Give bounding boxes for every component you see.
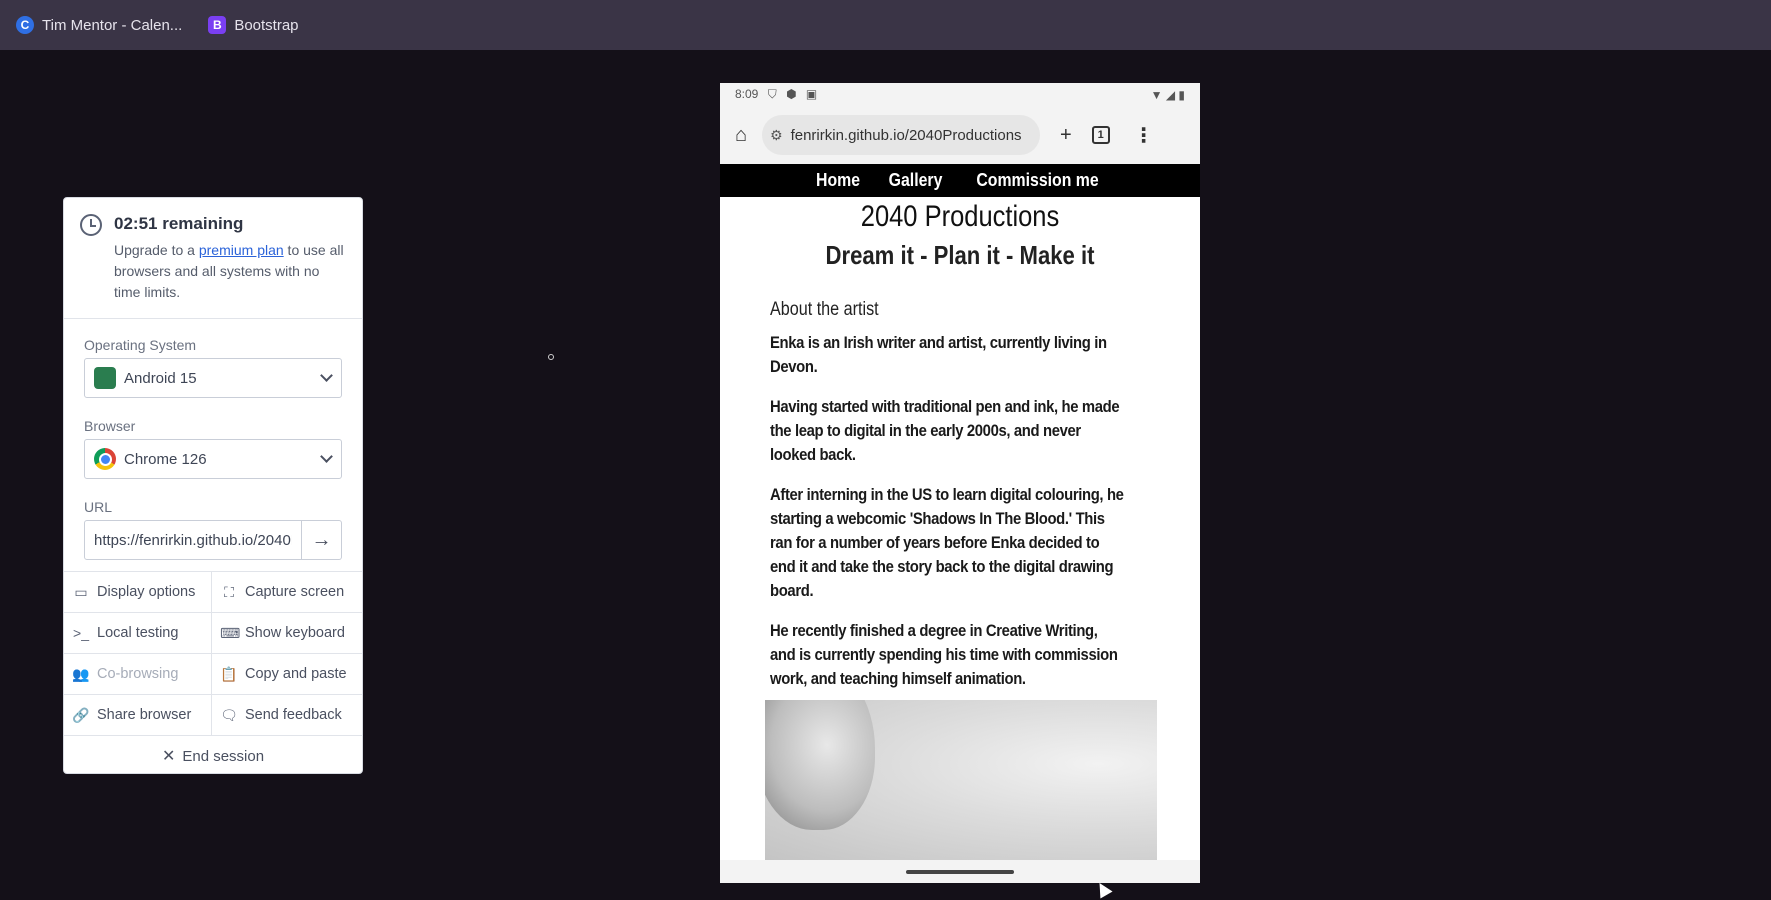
cursor-indicator — [548, 354, 554, 360]
action-label: Capture screen — [245, 584, 345, 600]
keyboard-icon: ⌨ — [220, 624, 241, 641]
show-keyboard-button[interactable]: ⌨ Show keyboard — [212, 613, 362, 654]
upgrade-text-before: Upgrade to a — [114, 242, 199, 258]
page-title: 2040 Productions — [860, 200, 1060, 233]
arrow-right-icon: → — [311, 528, 332, 551]
chevron-down-icon — [320, 369, 333, 382]
section-heading: About the artist — [770, 299, 879, 320]
status-time: 8:09 — [735, 87, 759, 101]
paragraph: Enka is an Irish writer and artist, curr… — [770, 334, 1107, 376]
chevron-down-icon — [320, 450, 333, 463]
copy-paste-button[interactable]: 📋 Copy and paste — [212, 654, 362, 695]
url-row: → — [84, 520, 342, 560]
os-select[interactable]: Android 15 — [84, 358, 342, 398]
action-label: Copy and paste — [245, 666, 347, 682]
bookmarks-bar: C Tim Mentor - Calen... B Bootstrap — [0, 0, 1771, 50]
new-tab-icon[interactable]: + — [1060, 124, 1072, 147]
local-testing-button[interactable]: >_ Local testing — [64, 613, 212, 654]
go-arrow-button[interactable]: → — [302, 520, 342, 560]
bookmark-label: Bootstrap — [234, 16, 299, 34]
about-article: About the artist Enka is an Irish writer… — [720, 299, 1200, 691]
photo-thumb-shape — [765, 700, 875, 830]
url-label: URL — [84, 499, 113, 515]
browser-value: Chrome 126 — [124, 450, 207, 468]
site-settings-icon[interactable]: ⚙ — [770, 127, 783, 144]
status-right: ▼ ◢ ▮ — [1151, 88, 1185, 102]
timer-section: 02:51 remaining Upgrade to a premium pla… — [64, 198, 362, 319]
address-bar[interactable]: ⚙ fenrirkin.github.io/2040Productions — [762, 115, 1040, 155]
action-label: Local testing — [97, 625, 179, 641]
actions-grid: ▭ Display options ⛶ Capture screen >_ Local… — [64, 572, 362, 736]
status-left: 8:09 ⛉ ⬢ ▣ — [735, 87, 823, 102]
page-tagline: Dream it - Plan it - Make it — [825, 240, 1095, 270]
session-panel: 02:51 remaining Upgrade to a premium pla… — [63, 197, 363, 774]
notification-icon: ▣ — [805, 87, 818, 101]
action-label: Send feedback — [245, 707, 342, 723]
battery-icon: ▮ — [1178, 87, 1185, 102]
bookmark-label: Tim Mentor - Calen... — [42, 16, 183, 34]
paragraph: He recently finished a degree in Creativ… — [770, 622, 1118, 688]
home-icon[interactable]: ⌂ — [730, 124, 752, 146]
end-session-label: End session — [182, 747, 265, 765]
wifi-icon: ▼ — [1150, 87, 1163, 102]
terminal-icon: >_ — [73, 625, 89, 641]
gesture-bar — [720, 860, 1200, 883]
send-feedback-button[interactable]: 🗨 Send feedback — [212, 695, 362, 736]
action-label: Show keyboard — [245, 625, 345, 641]
bootstrap-icon: B — [208, 16, 227, 34]
browser-label: Browser — [84, 418, 136, 434]
shield-icon: ⛉ — [767, 87, 777, 101]
signal-icon: ◢ — [1165, 87, 1176, 102]
os-label: Operating System — [84, 337, 197, 353]
settings-fields: Operating System Android 15 Browser Chro… — [64, 319, 362, 572]
capture-icon: ⛶ — [224, 583, 234, 600]
time-remaining: 02:51 remaining — [114, 214, 244, 233]
share-browser-button[interactable]: 🔗 Share browser — [64, 695, 212, 736]
action-label: Co-browsing — [97, 666, 179, 682]
action-label: Display options — [97, 584, 196, 600]
link-icon: 🔗 — [72, 706, 90, 723]
browser-toolbar: ⌂ ⚙ fenrirkin.github.io/2040Productions … — [720, 106, 1200, 164]
display-options-button[interactable]: ▭ Display options — [64, 572, 212, 613]
clipboard-icon: 📋 — [220, 665, 238, 682]
action-label: Share browser — [97, 707, 192, 723]
nav-home[interactable]: Home — [816, 170, 860, 191]
address-text: fenrirkin.github.io/2040Productions — [790, 126, 1022, 144]
site-navigation: Home Gallery Commission me — [720, 164, 1200, 197]
calendar-icon: C — [16, 16, 34, 34]
nav-commission[interactable]: Commission me — [976, 170, 1098, 191]
monitor-icon: ▭ — [74, 583, 88, 600]
status-bar: 8:09 ⛉ ⬢ ▣ ▼ ◢ ▮ — [720, 83, 1200, 106]
page-content: 2040 Productions Dream it - Plan it - Ma… — [720, 200, 1200, 691]
end-session-button[interactable]: ✕ End session — [64, 736, 362, 773]
nav-gallery[interactable]: Gallery — [889, 170, 943, 191]
gesture-handle[interactable] — [906, 869, 1014, 874]
url-input[interactable] — [84, 520, 302, 560]
close-icon: ✕ — [161, 748, 176, 765]
chrome-icon — [94, 448, 116, 470]
more-menu-icon[interactable]: ⋮ — [1134, 123, 1154, 148]
browser-select[interactable]: Chrome 126 — [84, 439, 342, 479]
os-value: Android 15 — [124, 369, 197, 387]
co-browsing-button: 👥 Co-browsing — [64, 654, 212, 695]
paragraph: After interning in the US to learn digit… — [770, 486, 1124, 600]
tab-switcher-button[interactable]: 1 — [1091, 126, 1110, 144]
artist-photo — [765, 700, 1157, 860]
bookmark-bootstrap[interactable]: B Bootstrap — [208, 16, 299, 34]
bookmark-calendar[interactable]: C Tim Mentor - Calen... — [16, 16, 182, 34]
premium-plan-link[interactable]: premium plan — [199, 242, 284, 258]
message-icon: 🗨 — [220, 706, 238, 723]
clock-icon — [80, 214, 102, 236]
android-icon — [94, 367, 116, 389]
upgrade-text: Upgrade to a premium plan to use all bro… — [114, 240, 346, 303]
paragraph: Having started with traditional pen and … — [770, 398, 1120, 464]
device-screen[interactable]: 8:09 ⛉ ⬢ ▣ ▼ ◢ ▮ ⌂ ⚙ fenrirkin.github.io… — [720, 83, 1200, 883]
users-icon: 👥 — [72, 665, 90, 682]
security-icon: ⬢ — [786, 87, 797, 101]
capture-screen-button[interactable]: ⛶ Capture screen — [212, 572, 362, 613]
